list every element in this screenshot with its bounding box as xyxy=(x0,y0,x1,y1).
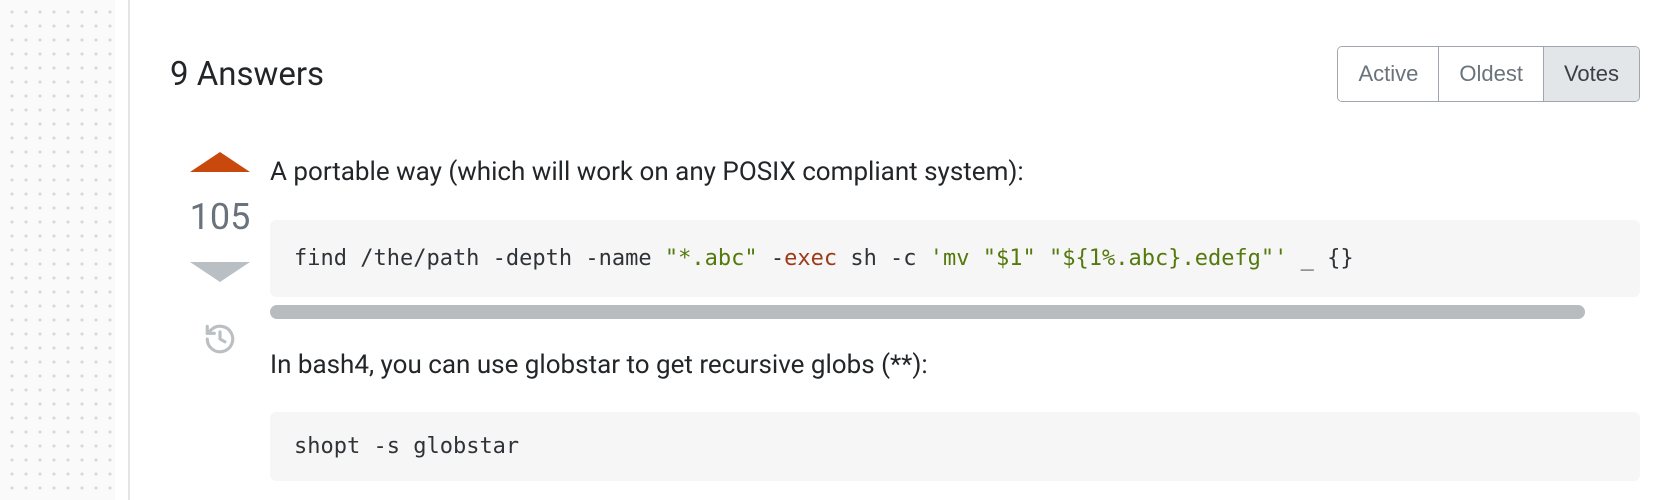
answers-title: 9 Answers xyxy=(170,55,324,94)
answer: 105 A portable way (which will work on a… xyxy=(170,152,1640,481)
answer-intro-text: A portable way (which will work on any P… xyxy=(270,154,1640,192)
vote-count: 105 xyxy=(190,196,251,238)
dotted-sidebar-background xyxy=(0,0,115,500)
answers-header: 9 Answers Active Oldest Votes xyxy=(170,0,1640,102)
code-block-1[interactable]: find /the/path -depth -name "*.abc" -exe… xyxy=(270,220,1640,297)
vote-column: 105 xyxy=(170,152,270,360)
code-keyword: exec xyxy=(784,246,837,271)
answer-body: A portable way (which will work on any P… xyxy=(270,152,1640,481)
main-content: 9 Answers Active Oldest Votes 105 A port… xyxy=(170,0,1670,481)
code-text: _ {} xyxy=(1287,246,1353,271)
sort-tab-votes[interactable]: Votes xyxy=(1543,47,1639,101)
code-scrollbar[interactable] xyxy=(270,305,1585,319)
code-text: find /the/path -depth -name xyxy=(294,246,665,271)
vertical-divider xyxy=(128,0,130,500)
sort-tabs: Active Oldest Votes xyxy=(1337,46,1640,102)
history-icon[interactable] xyxy=(203,322,237,360)
code-string: "*.abc" xyxy=(665,246,758,271)
sort-tab-oldest[interactable]: Oldest xyxy=(1438,47,1543,101)
upvote-button[interactable] xyxy=(190,152,250,172)
code-block-2[interactable]: shopt -s globstar xyxy=(270,412,1640,481)
code-text: sh -c xyxy=(837,246,930,271)
sort-tab-active[interactable]: Active xyxy=(1338,47,1438,101)
answer-para-2: In bash4, you can use globstar to get re… xyxy=(270,347,1640,385)
downvote-button[interactable] xyxy=(190,262,250,282)
code-text: - xyxy=(758,246,785,271)
code-keyword: shopt xyxy=(294,434,360,459)
code-text: -s globstar xyxy=(360,434,519,459)
code-string: 'mv "$1" "${1%.abc}.edefg"' xyxy=(930,246,1288,271)
